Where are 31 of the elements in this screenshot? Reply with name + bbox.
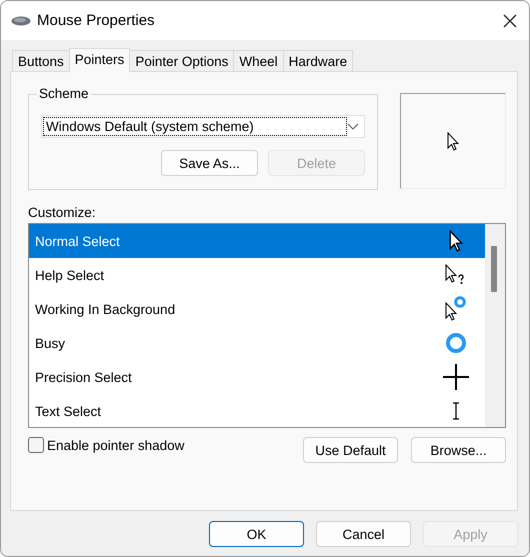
shadow-checkbox[interactable]: Enable pointer shadow (28, 437, 184, 453)
mouse-icon (11, 14, 31, 26)
checkbox-label: Enable pointer shadow (47, 438, 184, 452)
cursor-list-item[interactable]: Busy (29, 326, 485, 360)
dialog-button[interactable]: OK (209, 521, 304, 547)
close-icon[interactable] (503, 14, 517, 28)
chevron-down-icon (347, 123, 359, 130)
tab[interactable]: Buttons (12, 50, 70, 71)
list-button[interactable]: Browse... (411, 437, 506, 463)
checkbox[interactable] (28, 437, 44, 453)
list-button[interactable]: Use Default (303, 437, 398, 463)
scrollbar[interactable] (485, 224, 505, 427)
tab[interactable]: Hardware (282, 50, 354, 71)
tab[interactable]: Pointers (68, 48, 130, 72)
cursor-list-item[interactable]: Help Select (29, 258, 485, 292)
arrow-cursor-icon (447, 132, 459, 150)
group-label: Scheme (37, 86, 91, 101)
scheme-button[interactable]: Save As... (161, 150, 258, 176)
busy-arrow-cursor-icon (443, 296, 469, 322)
cursor-list-item[interactable]: Precision Select (29, 360, 485, 394)
dialog-button[interactable]: Cancel (316, 521, 411, 547)
window-title: Mouse Properties (37, 12, 156, 29)
crosshair-icon (443, 364, 469, 390)
busy-ring-icon (443, 332, 469, 354)
customize-label: Customize: (28, 205, 97, 222)
scheme-dropdown[interactable]: Windows Default (system scheme) (41, 115, 365, 138)
text-cursor-icon (451, 402, 461, 420)
tab[interactable]: Pointer Options (129, 50, 234, 71)
cursor-list-item[interactable]: Text Select (29, 394, 485, 428)
cursor-list-item[interactable]: Working In Background (29, 292, 485, 326)
cursor-list-item[interactable]: Normal Select (29, 224, 485, 258)
